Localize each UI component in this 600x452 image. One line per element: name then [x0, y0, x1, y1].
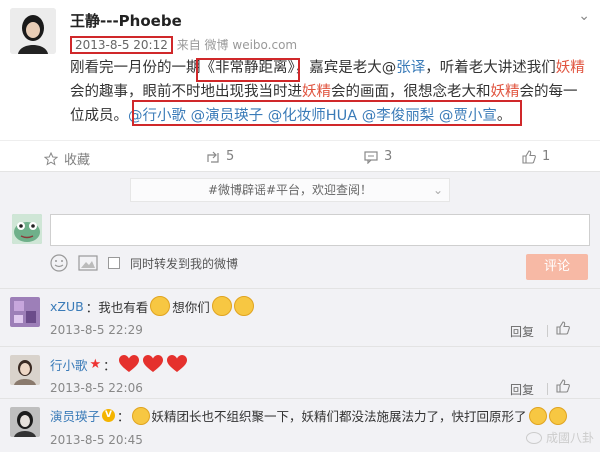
notice-banner[interactable]: #微博辟谣#平台，欢迎查阅！ ⌄ [130, 178, 450, 202]
post-text: 刚看完一月份的一期《非常静距离》，嘉宾是老大@张译，听着老大讲述我们妖精会的趣事… [70, 56, 590, 128]
reply-button[interactable]: 回复 [510, 381, 534, 398]
repost-button[interactable]: 5 [206, 149, 234, 164]
verified-badge-icon: V [102, 409, 116, 422]
source-prefix: 来自 [176, 38, 201, 52]
comment-time: 2013-8-5 20:45 [50, 433, 143, 447]
watermark: 成國八卦 [525, 429, 594, 446]
comment-icon [364, 150, 378, 164]
post-actions: 收藏 5 3 1 [0, 140, 600, 172]
commenter-avatar[interactable] [10, 407, 40, 437]
repost-checkbox-label: 同时转发到我的微博 [130, 256, 239, 271]
reply-button[interactable]: 回复 [510, 323, 534, 340]
like-count: 1 [542, 149, 551, 164]
heart-icon [142, 355, 163, 372]
commenter-name[interactable]: 行小歌 [50, 355, 88, 374]
crying-emoji-icon [548, 406, 567, 425]
thumbs-up-icon [522, 149, 536, 164]
post-timestamp[interactable]: 2013-8-5 20:12 [70, 36, 173, 54]
author-name[interactable]: 王静---Phoebe [70, 10, 182, 31]
comment-item: 行小歌 ★ ： 2013-8-5 22:06 回复 [0, 346, 600, 404]
laughing-cry-emoji-icon [150, 296, 171, 316]
submit-comment-button[interactable]: 评论 [526, 254, 588, 280]
heart-icon [118, 355, 139, 372]
repost-count: 5 [226, 149, 235, 164]
comment-text: ：我也有看 [85, 299, 149, 315]
keyword-link[interactable]: 妖精 [556, 60, 585, 76]
crying-emoji-icon [528, 406, 547, 425]
surprised-emoji-icon [211, 296, 232, 316]
repost-checkbox[interactable] [108, 257, 120, 269]
notice-text: #微博辟谣#平台，欢迎查阅！ [207, 183, 373, 197]
keyword-link[interactable]: 妖精 [491, 84, 520, 100]
divider [547, 383, 548, 395]
image-icon[interactable] [78, 255, 98, 271]
keyword-link[interactable]: 妖精 [302, 84, 331, 100]
source-site: weibo.com [232, 38, 298, 52]
heart-icon [166, 355, 187, 372]
collect-button[interactable]: 收藏 [44, 149, 90, 168]
comment-body: 行小歌 ★ ： [50, 354, 190, 374]
divider [547, 325, 548, 337]
author-avatar[interactable] [10, 8, 56, 54]
watermark-text: 成國八卦 [545, 431, 594, 445]
comment-text: ： [103, 357, 116, 373]
repost-icon [207, 151, 219, 163]
star-icon [44, 151, 58, 166]
comment-tools: 同时转发到我的微博 [50, 254, 238, 272]
current-user-avatar [12, 214, 42, 244]
weibo-post: 王静---Phoebe ⌄ 2013-8-5 20:12 来自 微博 weibo… [0, 0, 600, 140]
comment-body: 演员瑛子 V ： 妖精团长也不组织聚一下，妖精们都没法施展法力了，快打回原形了 [50, 406, 567, 425]
thumbs-up-icon[interactable] [556, 379, 570, 393]
comment-button[interactable]: 3 [364, 149, 392, 164]
source-app[interactable]: 微博 [205, 38, 229, 52]
comment-text-tail: 想你们 [172, 299, 210, 315]
post-text-segment: ，听着老大讲述我们 [425, 60, 556, 76]
comment-time: 2013-8-5 22:29 [50, 323, 143, 337]
crying-emoji-icon [131, 406, 150, 425]
commenter-avatar[interactable] [10, 355, 40, 385]
post-text-segment: 。 [496, 108, 512, 124]
chevron-down-icon[interactable]: ⌄ [578, 8, 590, 24]
commenter-name[interactable]: 演员瑛子 [50, 406, 100, 425]
comment-item: xZUB ：我也有看 想你们 2013-8-5 22:29 回复 [0, 288, 600, 346]
comment-section: #微博辟谣#平台，欢迎查阅！ ⌄ 同时转发到我的微博 评论 xZUB ：我也有看… [0, 172, 600, 452]
mention-link[interactable]: 张译 [396, 60, 425, 76]
commenter-avatar[interactable] [10, 297, 40, 327]
collect-label: 收藏 [64, 153, 91, 168]
post-text-segment: 刚看完一月份的一期《非常静距离》，嘉宾是老大@ [70, 60, 397, 76]
emoji-icon[interactable] [50, 254, 68, 272]
wechat-icon [525, 431, 542, 444]
like-button[interactable]: 1 [522, 149, 550, 164]
surprised-emoji-icon [233, 296, 254, 316]
comment-text-tail: 妖精团长也不组织聚一下，妖精们都没法施展法力了，快打回原形了 [151, 409, 527, 424]
comment-count: 3 [384, 149, 393, 164]
comment-input[interactable] [50, 214, 590, 246]
post-text-segment: 会的趣事，眼前不时地出现我当时进 [70, 84, 302, 100]
mention-link[interactable]: @行小歌 @演员瑛子 @化妆师HUA @李俊丽梨 @贾小宣 [128, 108, 497, 124]
comment-item: 演员瑛子 V ： 妖精团长也不组织聚一下，妖精们都没法施展法力了，快打回原形了 … [0, 398, 600, 452]
chevron-down-icon[interactable]: ⌄ [433, 179, 443, 201]
thumbs-up-icon[interactable] [556, 321, 570, 335]
comment-text: ： [117, 409, 130, 424]
star-badge-icon: ★ [89, 356, 102, 372]
post-meta: 2013-8-5 20:12 来自 微博 weibo.com [70, 36, 297, 54]
post-text-segment: 会的画面，很想念老大和 [331, 84, 491, 100]
comment-body: xZUB ：我也有看 想你们 [50, 296, 254, 316]
commenter-name[interactable]: xZUB [50, 299, 84, 314]
comment-time: 2013-8-5 22:06 [50, 381, 143, 395]
